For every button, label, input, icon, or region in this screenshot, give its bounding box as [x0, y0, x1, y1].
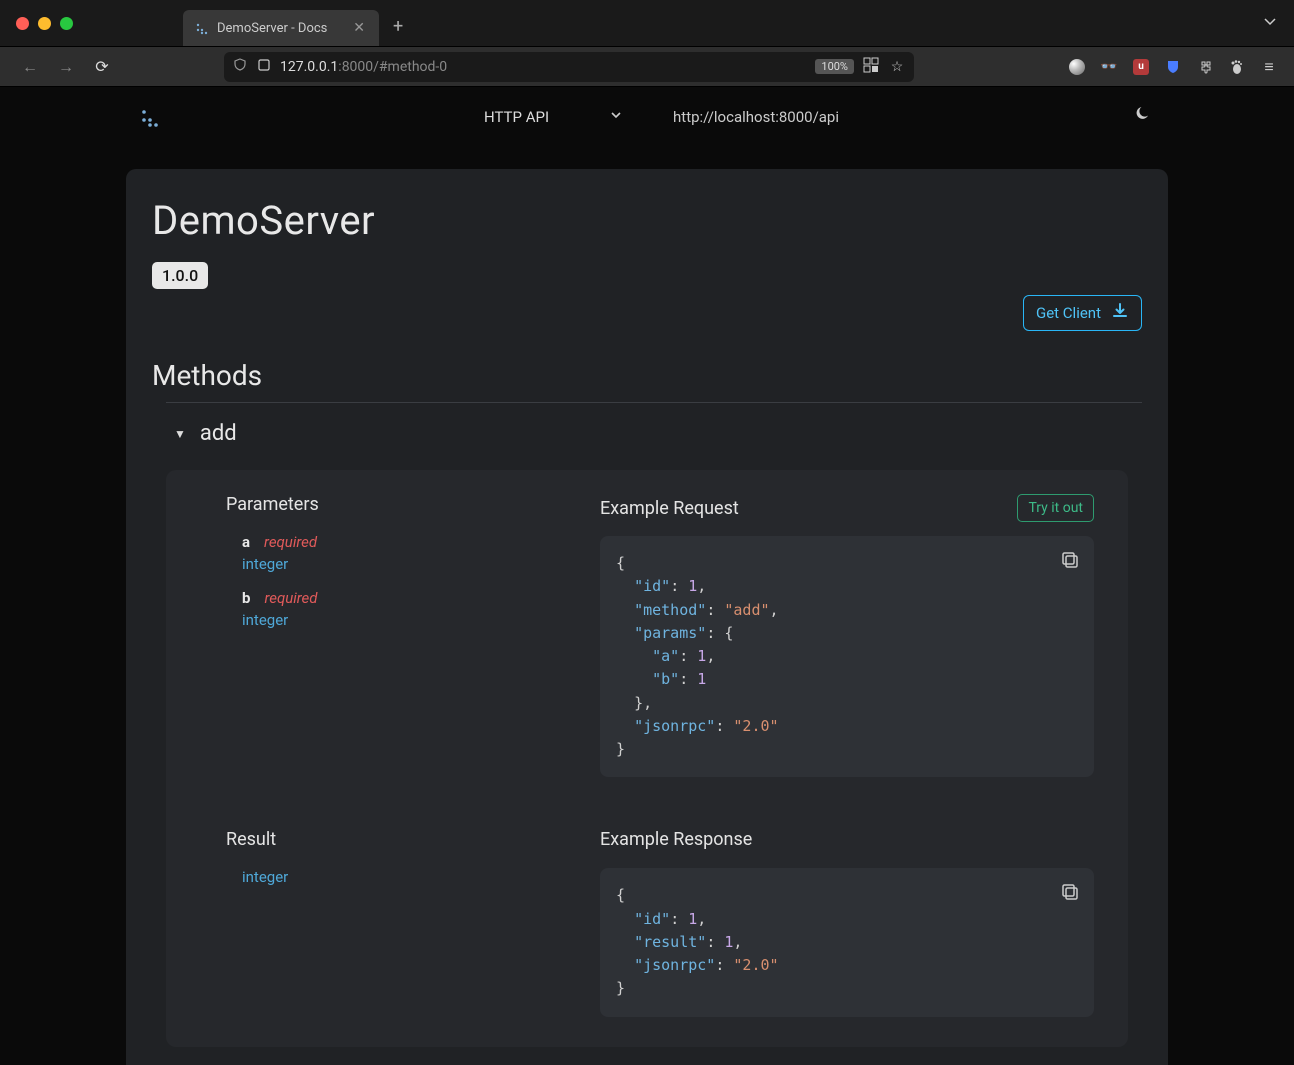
url-path: :8000/#method-0 — [338, 59, 447, 75]
nav-forward-button[interactable]: → — [52, 57, 80, 77]
window-maximize-button[interactable] — [60, 17, 73, 30]
get-client-label: Get Client — [1036, 304, 1101, 322]
app-logo-icon[interactable] — [140, 105, 164, 129]
extension-bitwarden-icon[interactable] — [1164, 58, 1182, 76]
copy-request-button[interactable] — [1060, 550, 1080, 577]
result-type[interactable]: integer — [242, 868, 576, 886]
response-code-block: { "id": 1, "result": 1, "jsonrpc": "2.0"… — [600, 868, 1094, 1016]
page-viewport: HTTP API http://localhost:8000/api DemoS… — [0, 87, 1294, 1065]
request-json: { "id": 1, "method": "add", "params": { … — [616, 552, 1078, 761]
param-b: b required integer — [242, 589, 576, 629]
method-body: Parameters a required integer b required… — [166, 470, 1128, 1047]
browser-tab[interactable]: DemoServer - Docs ✕ — [183, 10, 379, 46]
version-badge: 1.0.0 — [152, 262, 208, 289]
tab-favicon-icon — [195, 21, 209, 35]
download-icon — [1111, 302, 1129, 324]
url-host: 127.0.0.1 — [280, 59, 338, 75]
window-minimize-button[interactable] — [38, 17, 51, 30]
extension-ublock-icon[interactable]: u — [1132, 58, 1150, 76]
parameters-section: Parameters a required integer b required… — [226, 494, 576, 777]
tab-title: DemoServer - Docs — [217, 21, 343, 36]
browser-toolbar: ← → ⟳ 127.0.0.1:8000/#method-0 100% ☆ 👓 … — [0, 47, 1294, 87]
example-response-section: Example Response { "id": 1, "result": 1,… — [600, 829, 1094, 1016]
get-client-button[interactable]: Get Client — [1023, 295, 1142, 331]
result-section: Result integer — [226, 829, 576, 1016]
method-name: add — [200, 421, 237, 446]
example-request-section: Example Request Try it out { "id": 1, "m… — [600, 494, 1094, 777]
bookmark-star-icon[interactable]: ☆ — [888, 59, 906, 75]
window-close-button[interactable] — [16, 17, 29, 30]
nav-reload-button[interactable]: ⟳ — [88, 57, 116, 76]
tabs-dropdown-icon[interactable] — [1262, 13, 1278, 33]
main-card: DemoServer 1.0.0 Get Client Methods ▼ ad… — [126, 169, 1168, 1065]
expand-arrow-icon: ▼ — [174, 427, 186, 441]
extension-glasses-icon[interactable]: 👓 — [1100, 58, 1118, 76]
example-response-heading: Example Response — [600, 829, 1094, 850]
result-heading: Result — [226, 829, 576, 850]
parameters-heading: Parameters — [226, 494, 576, 515]
request-code-block: { "id": 1, "method": "add", "params": { … — [600, 536, 1094, 777]
app-menu-icon[interactable]: ≡ — [1260, 58, 1278, 76]
qr-icon[interactable] — [862, 57, 880, 77]
response-json: { "id": 1, "result": 1, "jsonrpc": "2.0"… — [616, 884, 1078, 1000]
try-it-out-button[interactable]: Try it out — [1017, 494, 1094, 522]
nav-back-button[interactable]: ← — [16, 57, 44, 77]
methods-heading: Methods — [152, 359, 1142, 392]
tab-close-button[interactable]: ✕ — [351, 20, 367, 36]
gnome-foot-icon[interactable] — [1228, 58, 1246, 76]
param-name: a — [242, 533, 250, 551]
api-selector[interactable]: HTTP API — [484, 108, 623, 126]
page-info-icon[interactable] — [256, 58, 272, 76]
copy-response-button[interactable] — [1060, 882, 1080, 909]
shield-icon[interactable] — [232, 58, 248, 76]
app-header: HTTP API http://localhost:8000/api — [0, 87, 1294, 147]
param-name: b — [242, 589, 250, 607]
traffic-lights — [16, 17, 73, 30]
window-titlebar: DemoServer - Docs ✕ + — [0, 0, 1294, 47]
page-title: DemoServer — [152, 197, 1142, 244]
theme-toggle-button[interactable] — [1134, 105, 1154, 130]
param-required-label: required — [264, 589, 317, 607]
param-type[interactable]: integer — [242, 555, 576, 573]
toolbar-extensions: 👓 u ≡ — [1068, 58, 1278, 76]
url-text: 127.0.0.1:8000/#method-0 — [280, 59, 807, 75]
param-type[interactable]: integer — [242, 611, 576, 629]
url-bar[interactable]: 127.0.0.1:8000/#method-0 100% ☆ — [224, 52, 914, 82]
api-url: http://localhost:8000/api — [673, 108, 839, 126]
zoom-badge[interactable]: 100% — [815, 59, 854, 74]
extensions-menu-icon[interactable] — [1196, 58, 1214, 76]
example-request-heading: Example Request — [600, 498, 739, 519]
section-divider — [166, 402, 1142, 403]
api-selector-label: HTTP API — [484, 108, 549, 126]
new-tab-button[interactable]: + — [393, 16, 403, 37]
extension-sphere-icon[interactable] — [1068, 58, 1086, 76]
method-header-add[interactable]: ▼ add — [174, 421, 1142, 446]
param-required-label: required — [264, 533, 317, 551]
chevron-down-icon — [609, 108, 623, 126]
param-a: a required integer — [242, 533, 576, 573]
